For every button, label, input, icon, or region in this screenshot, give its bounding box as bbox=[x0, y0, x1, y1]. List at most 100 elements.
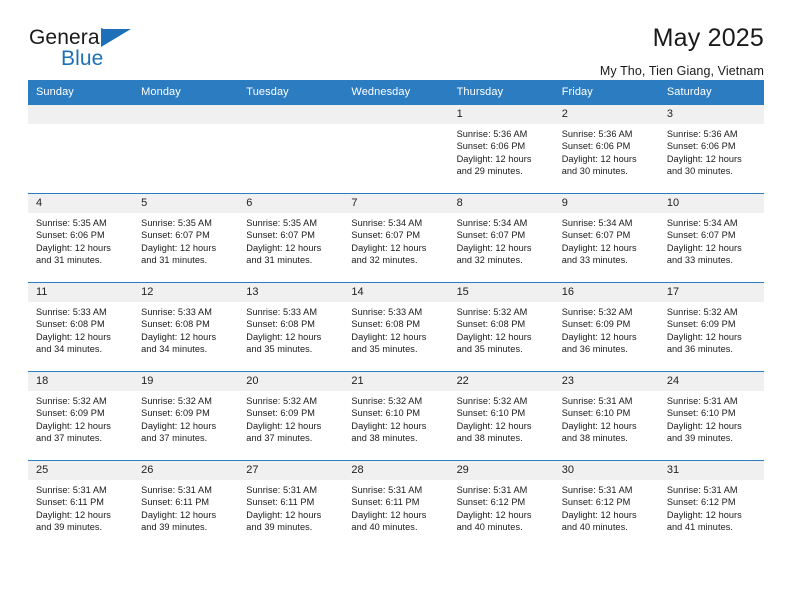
day-details: Sunrise: 5:36 AM Sunset: 6:06 PM Daylight:… bbox=[554, 124, 659, 178]
day-number: 14 bbox=[343, 283, 449, 302]
sunset-text: Sunset: 6:09 PM bbox=[666, 319, 736, 330]
page-title: May 2025 bbox=[652, 24, 764, 52]
weekday-header-sunday: Sunday bbox=[28, 80, 134, 105]
calendar-day-cell[interactable]: 22 Sunrise: 5:32 AM Sunset: 6:10 PM Dayligh… bbox=[448, 371, 554, 461]
day-number: 3 bbox=[658, 105, 764, 124]
day-number: 31 bbox=[658, 461, 764, 480]
daylight-text-line1: Daylight: 12 hours bbox=[561, 153, 637, 164]
sunset-text: Sunset: 6:07 PM bbox=[246, 230, 315, 241]
sunrise-text: Sunrise: 5:34 AM bbox=[561, 218, 633, 228]
calendar-day-cell[interactable]: 11 Sunrise: 5:33 AM Sunset: 6:08 PM Dayligh… bbox=[28, 282, 134, 372]
daylight-text-line2: and 38 minutes. bbox=[456, 433, 523, 444]
day-details: Sunrise: 5:32 AM Sunset: 6:10 PM Daylight:… bbox=[343, 391, 448, 445]
sunrise-text: Sunrise: 5:31 AM bbox=[561, 485, 633, 495]
day-number: 29 bbox=[448, 461, 554, 480]
daylight-text-line1: Daylight: 12 hours bbox=[351, 420, 427, 431]
calendar-day-cell[interactable]: 13 Sunrise: 5:33 AM Sunset: 6:08 PM Dayligh… bbox=[238, 282, 344, 372]
calendar-day-cell[interactable]: 14 Sunrise: 5:33 AM Sunset: 6:08 PM Dayligh… bbox=[343, 282, 449, 372]
day-number: 11 bbox=[28, 283, 134, 302]
calendar-day-cell[interactable]: 4 Sunrise: 5:35 AM Sunset: 6:06 PM Daylight… bbox=[28, 193, 134, 283]
calendar-day-cell[interactable]: 18 Sunrise: 5:32 AM Sunset: 6:09 PM Dayligh… bbox=[28, 371, 134, 461]
day-details: Sunrise: 5:35 AM Sunset: 6:07 PM Daylight:… bbox=[133, 213, 238, 267]
calendar-day-cell[interactable]: 20 Sunrise: 5:32 AM Sunset: 6:09 PM Dayligh… bbox=[238, 371, 344, 461]
day-number: 9 bbox=[553, 194, 659, 213]
calendar-day-cell[interactable]: 6 Sunrise: 5:35 AM Sunset: 6:07 PM Daylight… bbox=[238, 193, 344, 283]
weekday-header-tuesday: Tuesday bbox=[238, 80, 344, 105]
day-details: Sunrise: 5:32 AM Sunset: 6:09 PM Daylight:… bbox=[659, 302, 764, 356]
sunset-text: Sunset: 6:09 PM bbox=[36, 408, 105, 419]
weekday-header-wednesday: Wednesday bbox=[343, 80, 449, 105]
calendar-day-cell[interactable]: 3 Sunrise: 5:36 AM Sunset: 6:06 PM Daylight… bbox=[658, 104, 764, 194]
daylight-text-line1: Daylight: 12 hours bbox=[456, 331, 532, 342]
calendar-day-cell[interactable]: 21 Sunrise: 5:32 AM Sunset: 6:10 PM Dayligh… bbox=[343, 371, 449, 461]
sunset-text: Sunset: 6:07 PM bbox=[666, 230, 736, 241]
day-number: 7 bbox=[343, 194, 449, 213]
calendar-day-cell[interactable]: 27 Sunrise: 5:31 AM Sunset: 6:11 PM Dayligh… bbox=[238, 460, 344, 550]
calendar-day-cell[interactable]: 12 Sunrise: 5:33 AM Sunset: 6:08 PM Dayligh… bbox=[133, 282, 239, 372]
calendar-day-cell[interactable]: 25 Sunrise: 5:31 AM Sunset: 6:11 PM Dayligh… bbox=[28, 460, 134, 550]
sunrise-text: Sunrise: 5:32 AM bbox=[246, 396, 318, 406]
day-number: 15 bbox=[448, 283, 554, 302]
day-number: 16 bbox=[553, 283, 659, 302]
calendar-day-cell[interactable]: 15 Sunrise: 5:32 AM Sunset: 6:08 PM Dayligh… bbox=[448, 282, 554, 372]
calendar-day-cell[interactable]: 31 Sunrise: 5:31 AM Sunset: 6:12 PM Dayligh… bbox=[658, 460, 764, 550]
calendar-day-cell[interactable]: 28 Sunrise: 5:31 AM Sunset: 6:11 PM Dayligh… bbox=[343, 460, 449, 550]
daylight-text-line2: and 31 minutes. bbox=[141, 255, 208, 266]
daylight-text-line1: Daylight: 12 hours bbox=[456, 153, 532, 164]
daylight-text-line2: and 35 minutes. bbox=[456, 344, 523, 355]
daylight-text-line1: Daylight: 12 hours bbox=[246, 331, 322, 342]
sunset-text: Sunset: 6:10 PM bbox=[456, 408, 526, 419]
calendar-day-cell[interactable]: 30 Sunrise: 5:31 AM Sunset: 6:12 PM Dayligh… bbox=[553, 460, 659, 550]
calendar-day-cell[interactable]: 2 Sunrise: 5:36 AM Sunset: 6:06 PM Daylight… bbox=[553, 104, 659, 194]
sunset-text: Sunset: 6:11 PM bbox=[36, 497, 104, 508]
day-details: Sunrise: 5:33 AM Sunset: 6:08 PM Daylight:… bbox=[238, 302, 343, 356]
brand-logo[interactable]: General Blue bbox=[28, 24, 188, 78]
weekday-header-thursday: Thursday bbox=[448, 80, 554, 105]
calendar-day-cell[interactable]: 16 Sunrise: 5:32 AM Sunset: 6:09 PM Dayligh… bbox=[553, 282, 659, 372]
day-details: Sunrise: 5:32 AM Sunset: 6:10 PM Daylight:… bbox=[449, 391, 554, 445]
day-details: Sunrise: 5:31 AM Sunset: 6:12 PM Daylight:… bbox=[659, 480, 764, 534]
sunset-text: Sunset: 6:09 PM bbox=[246, 408, 315, 419]
daylight-text-line1: Daylight: 12 hours bbox=[456, 242, 532, 253]
day-details: Sunrise: 5:33 AM Sunset: 6:08 PM Daylight:… bbox=[343, 302, 448, 356]
calendar-day-cell[interactable]: 10 Sunrise: 5:34 AM Sunset: 6:07 PM Dayligh… bbox=[658, 193, 764, 283]
calendar-day-cell[interactable]: 24 Sunrise: 5:31 AM Sunset: 6:10 PM Dayligh… bbox=[658, 371, 764, 461]
daylight-text-line1: Daylight: 12 hours bbox=[351, 331, 427, 342]
day-number bbox=[343, 105, 449, 124]
calendar-day-cell[interactable]: 5 Sunrise: 5:35 AM Sunset: 6:07 PM Daylight… bbox=[133, 193, 239, 283]
sunrise-text: Sunrise: 5:31 AM bbox=[666, 485, 738, 495]
daylight-text-line2: and 38 minutes. bbox=[351, 433, 418, 444]
day-number: 6 bbox=[238, 194, 344, 213]
weekday-header-friday: Friday bbox=[553, 80, 659, 105]
day-number: 25 bbox=[28, 461, 134, 480]
calendar-day-cell[interactable]: 17 Sunrise: 5:32 AM Sunset: 6:09 PM Dayligh… bbox=[658, 282, 764, 372]
daylight-text-line2: and 31 minutes. bbox=[36, 255, 103, 266]
daylight-text-line2: and 33 minutes. bbox=[666, 255, 733, 266]
calendar-day-cell[interactable]: 19 Sunrise: 5:32 AM Sunset: 6:09 PM Dayligh… bbox=[133, 371, 239, 461]
day-details: Sunrise: 5:31 AM Sunset: 6:11 PM Daylight:… bbox=[343, 480, 448, 534]
calendar-day-cell[interactable]: 7 Sunrise: 5:34 AM Sunset: 6:07 PM Daylight… bbox=[343, 193, 449, 283]
day-number: 21 bbox=[343, 372, 449, 391]
calendar-day-cell-empty bbox=[343, 104, 449, 194]
day-details: Sunrise: 5:32 AM Sunset: 6:09 PM Daylight:… bbox=[238, 391, 343, 445]
daylight-text-line2: and 30 minutes. bbox=[561, 166, 628, 177]
calendar-day-cell[interactable]: 1 Sunrise: 5:36 AM Sunset: 6:06 PM Daylight… bbox=[448, 104, 554, 194]
calendar-day-cell[interactable]: 9 Sunrise: 5:34 AM Sunset: 6:07 PM Daylight… bbox=[553, 193, 659, 283]
day-details: Sunrise: 5:34 AM Sunset: 6:07 PM Daylight:… bbox=[449, 213, 554, 267]
sunset-text: Sunset: 6:10 PM bbox=[561, 408, 631, 419]
daylight-text-line1: Daylight: 12 hours bbox=[456, 509, 532, 520]
daylight-text-line2: and 31 minutes. bbox=[246, 255, 313, 266]
calendar-day-cell[interactable]: 26 Sunrise: 5:31 AM Sunset: 6:11 PM Dayligh… bbox=[133, 460, 239, 550]
day-details: Sunrise: 5:33 AM Sunset: 6:08 PM Daylight:… bbox=[28, 302, 133, 356]
day-number bbox=[238, 105, 344, 124]
day-details: Sunrise: 5:34 AM Sunset: 6:07 PM Daylight:… bbox=[659, 213, 764, 267]
day-details: Sunrise: 5:31 AM Sunset: 6:11 PM Daylight:… bbox=[28, 480, 133, 534]
daylight-text-line1: Daylight: 12 hours bbox=[561, 242, 637, 253]
daylight-text-line2: and 35 minutes. bbox=[351, 344, 418, 355]
calendar-day-cell[interactable]: 8 Sunrise: 5:34 AM Sunset: 6:07 PM Daylight… bbox=[448, 193, 554, 283]
calendar-day-cell[interactable]: 29 Sunrise: 5:31 AM Sunset: 6:12 PM Dayligh… bbox=[448, 460, 554, 550]
calendar-day-cell[interactable]: 23 Sunrise: 5:31 AM Sunset: 6:10 PM Dayligh… bbox=[553, 371, 659, 461]
calendar-page: General Blue May 2025 My Tho, Tien Giang… bbox=[0, 0, 792, 612]
calendar-week-row: 1 Sunrise: 5:36 AM Sunset: 6:06 PM Daylight… bbox=[28, 104, 764, 194]
sunrise-text: Sunrise: 5:35 AM bbox=[141, 218, 212, 228]
